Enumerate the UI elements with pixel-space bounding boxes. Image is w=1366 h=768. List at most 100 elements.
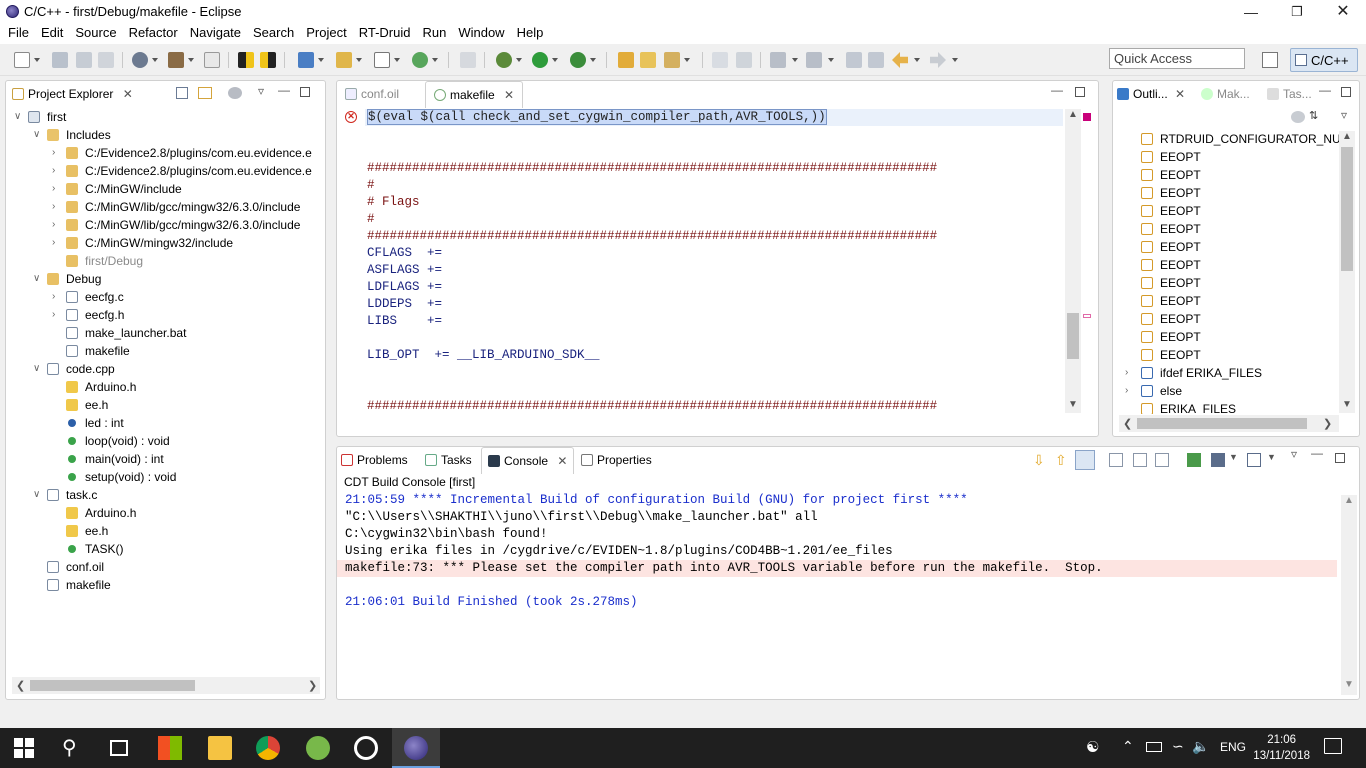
code-line[interactable]: LIBS += — [367, 313, 442, 330]
code-line[interactable]: # — [367, 211, 375, 228]
minimize-view-icon[interactable]: — — [1051, 83, 1063, 97]
maximize-view-icon[interactable] — [300, 87, 310, 97]
code-line[interactable]: # Flags — [367, 194, 420, 211]
open-element-icon[interactable] — [640, 52, 656, 68]
scroll-lock-icon[interactable] — [1075, 450, 1095, 470]
minimize-view-icon[interactable]: — — [1311, 446, 1323, 460]
run-external-tool-icon[interactable] — [570, 52, 586, 68]
display-console-dropdown-icon[interactable]: ▼ — [1229, 452, 1238, 462]
close-tab-icon[interactable]: ✕ — [557, 454, 567, 468]
menu-help[interactable]: Help — [511, 24, 550, 42]
tab-makefile[interactable]: makefile ✕ — [425, 81, 524, 108]
print-icon[interactable] — [98, 52, 114, 68]
expand-arrow-icon[interactable]: › — [52, 310, 60, 320]
expand-arrow-icon[interactable]: › — [52, 220, 60, 230]
search-icon[interactable]: ⚲ — [62, 736, 86, 760]
previous-annotation-icon[interactable] — [806, 52, 822, 68]
toggle-mark-icon[interactable] — [712, 52, 728, 68]
tab-conf-oil[interactable]: conf.oil — [345, 81, 399, 107]
save-all-icon[interactable] — [76, 52, 92, 68]
wifi-icon[interactable]: ∽ — [1172, 738, 1184, 755]
windows-start-icon[interactable] — [14, 738, 34, 758]
remove-console-icon[interactable] — [1155, 453, 1169, 467]
new-project-icon[interactable] — [298, 52, 314, 68]
tab-problems[interactable]: Problems — [341, 447, 408, 473]
next-annotation-icon[interactable] — [770, 52, 786, 68]
tab-tasks[interactable]: Tasks — [425, 447, 472, 473]
collapse-arrow-icon[interactable]: ∨ — [33, 130, 41, 140]
code-line[interactable]: LDFLAGS += — [367, 279, 442, 296]
app-circle-icon[interactable] — [354, 736, 378, 760]
console-output[interactable]: 21:05:59 **** Incremental Build of confi… — [337, 492, 1337, 692]
scroll-up-arrow-icon[interactable]: ⇧ — [1055, 452, 1067, 469]
code-area[interactable]: $(eval $(call check_and_set_cygwin_compi… — [365, 109, 1065, 419]
scroll-left-icon[interactable]: ❮ — [16, 679, 25, 692]
build-all-icon[interactable] — [204, 52, 220, 68]
menu-search[interactable]: Search — [247, 24, 300, 42]
scroll-up-icon[interactable]: ▲ — [1344, 495, 1354, 506]
minimize-button[interactable]: — — [1228, 0, 1274, 24]
tab-console[interactable]: Console ✕ — [481, 447, 575, 474]
scroll-left-icon[interactable]: ❮ — [1123, 417, 1132, 430]
back-arrow-icon[interactable] — [892, 52, 908, 68]
filter-icon[interactable] — [228, 87, 242, 99]
error-marker-icon[interactable]: ✕ — [345, 111, 357, 123]
code-line[interactable]: ########################################… — [367, 160, 937, 177]
menu-source[interactable]: Source — [69, 24, 122, 42]
menu-run[interactable]: Run — [416, 24, 452, 42]
code-line[interactable]: $(eval $(call check_and_set_cygwin_compi… — [365, 109, 1063, 126]
last-edit-icon[interactable] — [846, 52, 862, 68]
language-indicator[interactable]: ENG — [1220, 740, 1246, 754]
menu-edit[interactable]: Edit — [35, 24, 69, 42]
scroll-down-icon[interactable]: ▼ — [1342, 399, 1352, 410]
code-line[interactable]: ########################################… — [367, 228, 937, 245]
code-line[interactable]: LDDEPS += — [367, 296, 442, 313]
collapse-all-icon[interactable] — [176, 87, 188, 99]
tab-make-targets[interactable]: Mak... — [1201, 81, 1250, 107]
scroll-right-icon[interactable]: ❯ — [308, 679, 317, 692]
scroll-down-arrow-icon[interactable]: ⇩ — [1033, 452, 1045, 469]
forward-arrow-icon[interactable] — [930, 52, 946, 68]
run-icon[interactable] — [532, 52, 548, 68]
overview-error-marker[interactable] — [1083, 113, 1091, 121]
open-type-icon[interactable] — [618, 52, 634, 68]
task-view-icon[interactable] — [110, 740, 128, 756]
menu-project[interactable]: Project — [300, 24, 352, 42]
open-perspective-icon[interactable] — [1262, 52, 1278, 68]
expand-arrow-icon[interactable]: › — [52, 148, 60, 158]
collapse-arrow-icon[interactable]: ∨ — [33, 274, 41, 284]
new-source-file-icon[interactable] — [374, 52, 390, 68]
taskbar-eclipse-active[interactable] — [392, 728, 440, 768]
scroll-down-icon[interactable]: ▼ — [1068, 399, 1078, 410]
collapse-arrow-icon[interactable]: ∨ — [33, 490, 41, 500]
close-tab-icon[interactable]: ✕ — [1175, 87, 1185, 101]
sort-az-icon[interactable]: ⇅ — [1309, 109, 1318, 122]
expand-arrow-icon[interactable]: › — [52, 238, 60, 248]
rtdruid-build-icon[interactable] — [260, 52, 276, 68]
menu-refactor[interactable]: Refactor — [123, 24, 184, 42]
scroll-up-icon[interactable]: ▲ — [1342, 131, 1352, 142]
scroll-right-icon[interactable]: ❯ — [1323, 417, 1332, 430]
people-icon[interactable]: ☯ — [1086, 738, 1099, 756]
rtdruid-icon[interactable] — [238, 52, 254, 68]
pin-editor-icon[interactable] — [868, 52, 884, 68]
search-icon[interactable] — [664, 52, 680, 68]
show-on-output-icon[interactable] — [1109, 453, 1123, 467]
maximize-view-icon[interactable] — [1075, 87, 1085, 97]
open-console-dropdown-icon[interactable]: ▼ — [1267, 452, 1276, 462]
view-menu-icon[interactable]: ▿ — [1291, 447, 1297, 461]
settings-gear-icon[interactable] — [132, 52, 148, 68]
scroll-up-icon[interactable]: ▲ — [1068, 109, 1078, 120]
expand-arrow-icon[interactable]: › — [1125, 368, 1133, 378]
volume-icon[interactable]: 🔈 — [1192, 738, 1209, 755]
quick-access-input[interactable]: Quick Access — [1109, 48, 1245, 69]
notifications-icon[interactable] — [1324, 738, 1342, 754]
overview-warning-marker[interactable] — [1083, 314, 1091, 318]
vertical-scrollbar[interactable]: ▲ ▼ — [1065, 109, 1081, 413]
maximize-view-icon[interactable] — [1335, 453, 1345, 463]
menu-rt-druid[interactable]: RT-Druid — [353, 24, 417, 42]
new-folder-icon[interactable] — [336, 52, 352, 68]
restore-button[interactable]: ❐ — [1274, 0, 1320, 24]
show-hidden-icons[interactable]: ⌃ — [1122, 738, 1134, 755]
new-class-icon[interactable] — [412, 52, 428, 68]
